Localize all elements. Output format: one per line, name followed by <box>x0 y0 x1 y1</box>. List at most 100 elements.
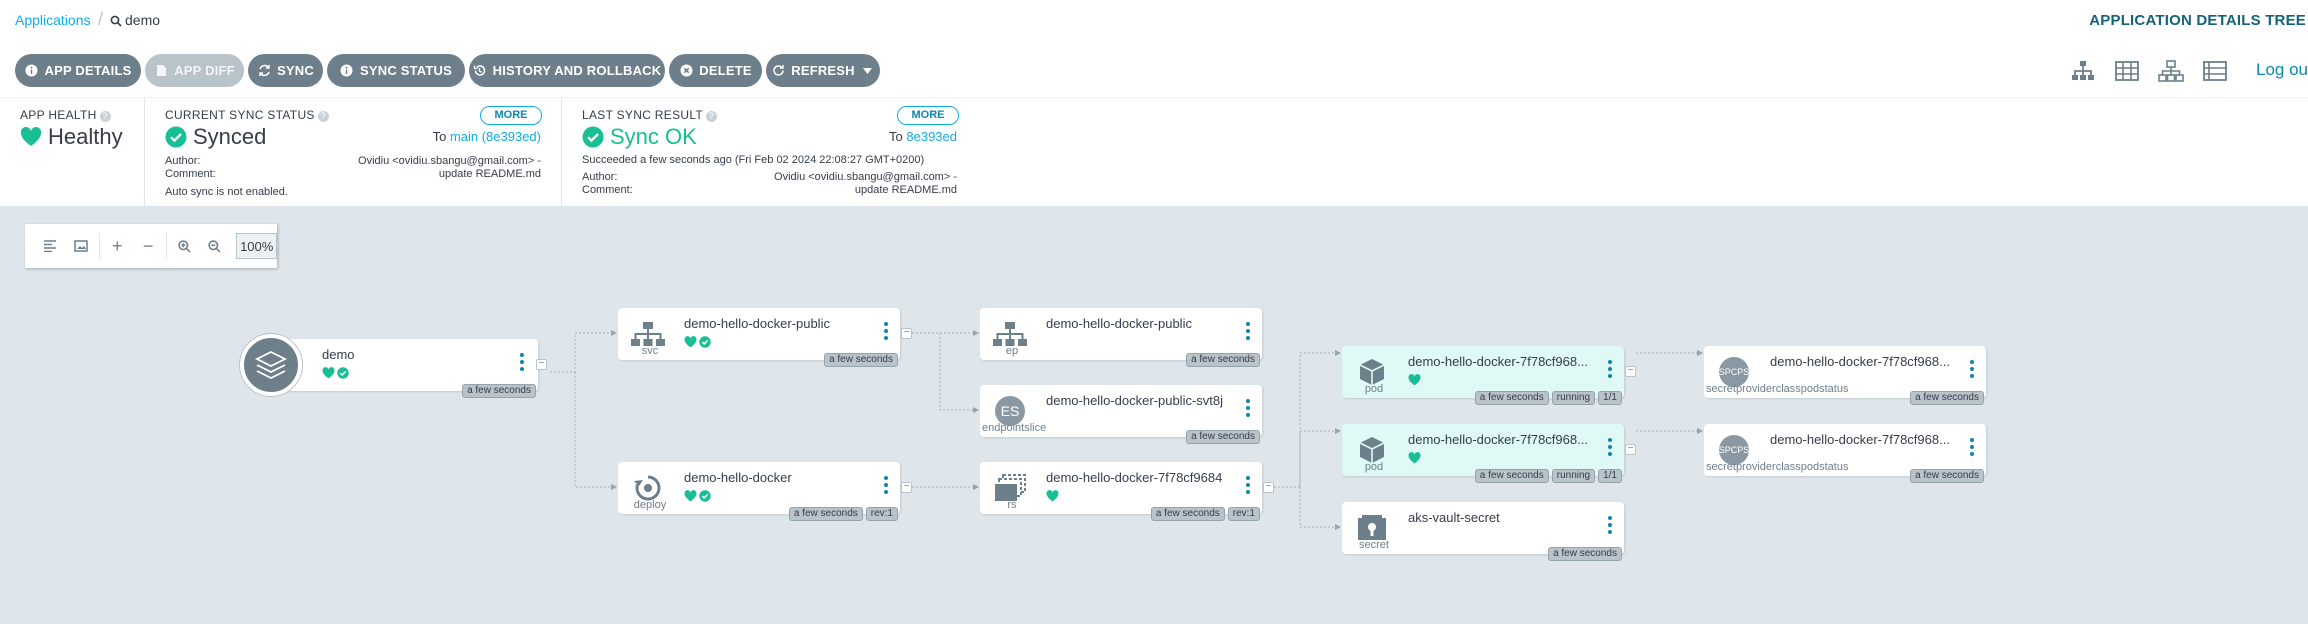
age-tag: a few seconds <box>788 507 863 521</box>
node-kind: deploy <box>633 499 667 511</box>
current-sync-to-label: To <box>432 129 447 144</box>
check-circle-icon <box>337 367 349 379</box>
delete-button[interactable]: DELETE <box>669 54 762 87</box>
heart-icon <box>684 336 697 348</box>
status-tag: running <box>1551 469 1596 483</box>
collapse-toggle[interactable]: − <box>536 359 547 370</box>
secretproviderclasspodstatus-node[interactable]: SPCPS secretproviderclasspodstatus demo-… <box>1704 424 1986 483</box>
age-tag: a few seconds <box>1910 391 1984 405</box>
node-menu-icon[interactable] <box>1244 476 1252 494</box>
delete-icon <box>679 64 693 78</box>
app-health-title: APP HEALTH? <box>20 108 111 122</box>
logout-link[interactable]: Log ou <box>2256 60 2308 80</box>
app-node-name: demo <box>322 347 355 362</box>
history-rollback-label: HISTORY AND ROLLBACK <box>492 63 662 78</box>
node-kind: rs <box>1007 499 1017 511</box>
age-tag: a few seconds <box>1474 469 1549 483</box>
last-sync-more-button[interactable]: MORE <box>897 106 959 125</box>
history-rollback-button[interactable]: HISTORY AND ROLLBACK <box>469 54 665 87</box>
age-tag: a few seconds <box>1910 469 1984 483</box>
deployment-node[interactable]: deploy demo-hello-docker a few seconds re… <box>618 462 912 521</box>
help-icon[interactable]: ? <box>317 111 329 122</box>
status-panel: APP HEALTH? Healthy CURRENT SYNC STATUS?… <box>0 97 2308 208</box>
app-details-button[interactable]: APP DETAILS <box>15 54 141 87</box>
app-diff-button[interactable]: APP DIFF <box>145 54 244 87</box>
breadcrumb-current[interactable]: demo <box>110 12 160 28</box>
node-menu-icon[interactable] <box>518 353 526 371</box>
node-status <box>1408 452 1421 464</box>
secretproviderclasspodstatus-node[interactable]: SPCPS secretproviderclasspodstatus demo-… <box>1704 346 1986 405</box>
current-sync-revision-link[interactable]: main (8e393ed) <box>450 129 541 144</box>
node-menu-icon[interactable] <box>1968 438 1976 456</box>
endpoints-node[interactable]: ep demo-hello-docker-public a few second… <box>980 308 1262 367</box>
refresh-button[interactable]: REFRESH <box>766 54 880 87</box>
view-switcher <box>2070 60 2228 82</box>
network-view-icon[interactable] <box>2158 60 2184 82</box>
node-status <box>1046 490 1059 502</box>
node-menu-icon[interactable] <box>882 476 890 494</box>
node-kind: pod <box>1364 461 1384 473</box>
app-health-title-text: APP HEALTH <box>20 108 97 122</box>
last-sync-comment: update README.md <box>854 184 957 196</box>
search-icon <box>110 15 122 27</box>
page-title: APPLICATION DETAILS TREE <box>2089 12 2306 29</box>
node-kind: ep <box>1005 345 1019 357</box>
sync-status-label: SYNC STATUS <box>359 63 452 78</box>
node-kind: secretproviderclasspodstatus <box>1706 461 1849 473</box>
collapse-toggle[interactable]: − <box>901 482 912 493</box>
collapse-toggle[interactable]: − <box>1263 482 1274 493</box>
node-tags: a few seconds rev:1 <box>788 507 898 521</box>
node-name: demo-hello-docker-7f78cf9684 <box>1046 470 1223 485</box>
sync-label: SYNC <box>277 63 314 78</box>
node-menu-icon[interactable] <box>1968 360 1976 378</box>
node-menu-icon[interactable] <box>1244 399 1252 417</box>
last-sync-revision-link[interactable]: 8e393ed <box>906 129 957 144</box>
current-sync-section: CURRENT SYNC STATUS? MORE Synced To main… <box>144 98 561 208</box>
collapse-toggle[interactable]: − <box>1625 444 1636 455</box>
node-menu-icon[interactable] <box>882 322 890 340</box>
endpointslice-node[interactable]: ES endpointslice demo-hello-docker-publi… <box>980 385 1262 444</box>
collapse-toggle[interactable]: − <box>901 328 912 339</box>
node-tags: a few seconds <box>1910 469 1984 483</box>
secret-node[interactable]: secret aks-vault-secret a few seconds <box>1342 502 1624 561</box>
ready-tag: 1/1 <box>1598 469 1622 483</box>
info-icon <box>340 64 354 78</box>
list-view-icon[interactable] <box>2202 60 2228 82</box>
node-menu-icon[interactable] <box>1244 322 1252 340</box>
node-status <box>1408 374 1421 386</box>
replicaset-node[interactable]: rs demo-hello-docker-7f78cf9684 a few se… <box>980 462 1274 521</box>
current-sync-more-button[interactable]: MORE <box>480 106 542 125</box>
heart-icon <box>1408 374 1421 386</box>
app-node-status <box>322 367 349 379</box>
app-root-node[interactable]: demo a few seconds − <box>240 334 547 398</box>
node-name: aks-vault-secret <box>1408 510 1500 525</box>
node-kind: pod <box>1364 383 1384 395</box>
age-tag: a few seconds <box>1186 353 1260 367</box>
node-tags: a few seconds <box>462 384 536 398</box>
help-icon[interactable]: ? <box>706 111 718 122</box>
node-tags: a few seconds running 1/1 <box>1474 391 1622 405</box>
sync-status-button[interactable]: SYNC STATUS <box>327 54 465 87</box>
app-diff-label: APP DIFF <box>174 63 235 78</box>
sync-button[interactable]: SYNC <box>248 54 323 87</box>
breadcrumb-current-label: demo <box>125 12 161 28</box>
pod-node[interactable]: pod demo-hello-docker-7f78cf968... a few… <box>1342 346 1636 405</box>
node-menu-icon[interactable] <box>1606 360 1614 378</box>
revision-tag: rev:1 <box>865 507 898 521</box>
node-menu-icon[interactable] <box>1606 516 1614 534</box>
resource-tree-graph[interactable]: + − 100% demo a few seconds − svc demo-h… <box>0 207 2308 624</box>
last-sync-section: LAST SYNC RESULT? MORE Sync OK To 8e393e… <box>561 98 961 208</box>
tree-view-icon[interactable] <box>2070 60 2096 82</box>
node-menu-icon[interactable] <box>1606 438 1614 456</box>
pods-view-icon[interactable] <box>2114 60 2140 82</box>
collapse-toggle[interactable]: − <box>1625 366 1636 377</box>
service-node[interactable]: svc demo-hello-docker-public a few secon… <box>618 308 912 367</box>
node-tags: a few seconds rev:1 <box>1150 507 1260 521</box>
node-name: demo-hello-docker <box>684 470 792 485</box>
help-icon[interactable]: ? <box>99 111 111 122</box>
breadcrumb-applications-link[interactable]: Applications <box>15 12 91 28</box>
node-status <box>684 336 711 348</box>
ready-tag: 1/1 <box>1598 391 1622 405</box>
pod-node[interactable]: pod demo-hello-docker-7f78cf968... a few… <box>1342 424 1636 483</box>
toolbar: APP DETAILS APP DIFF SYNC SYNC STATUS HI… <box>0 50 2308 96</box>
